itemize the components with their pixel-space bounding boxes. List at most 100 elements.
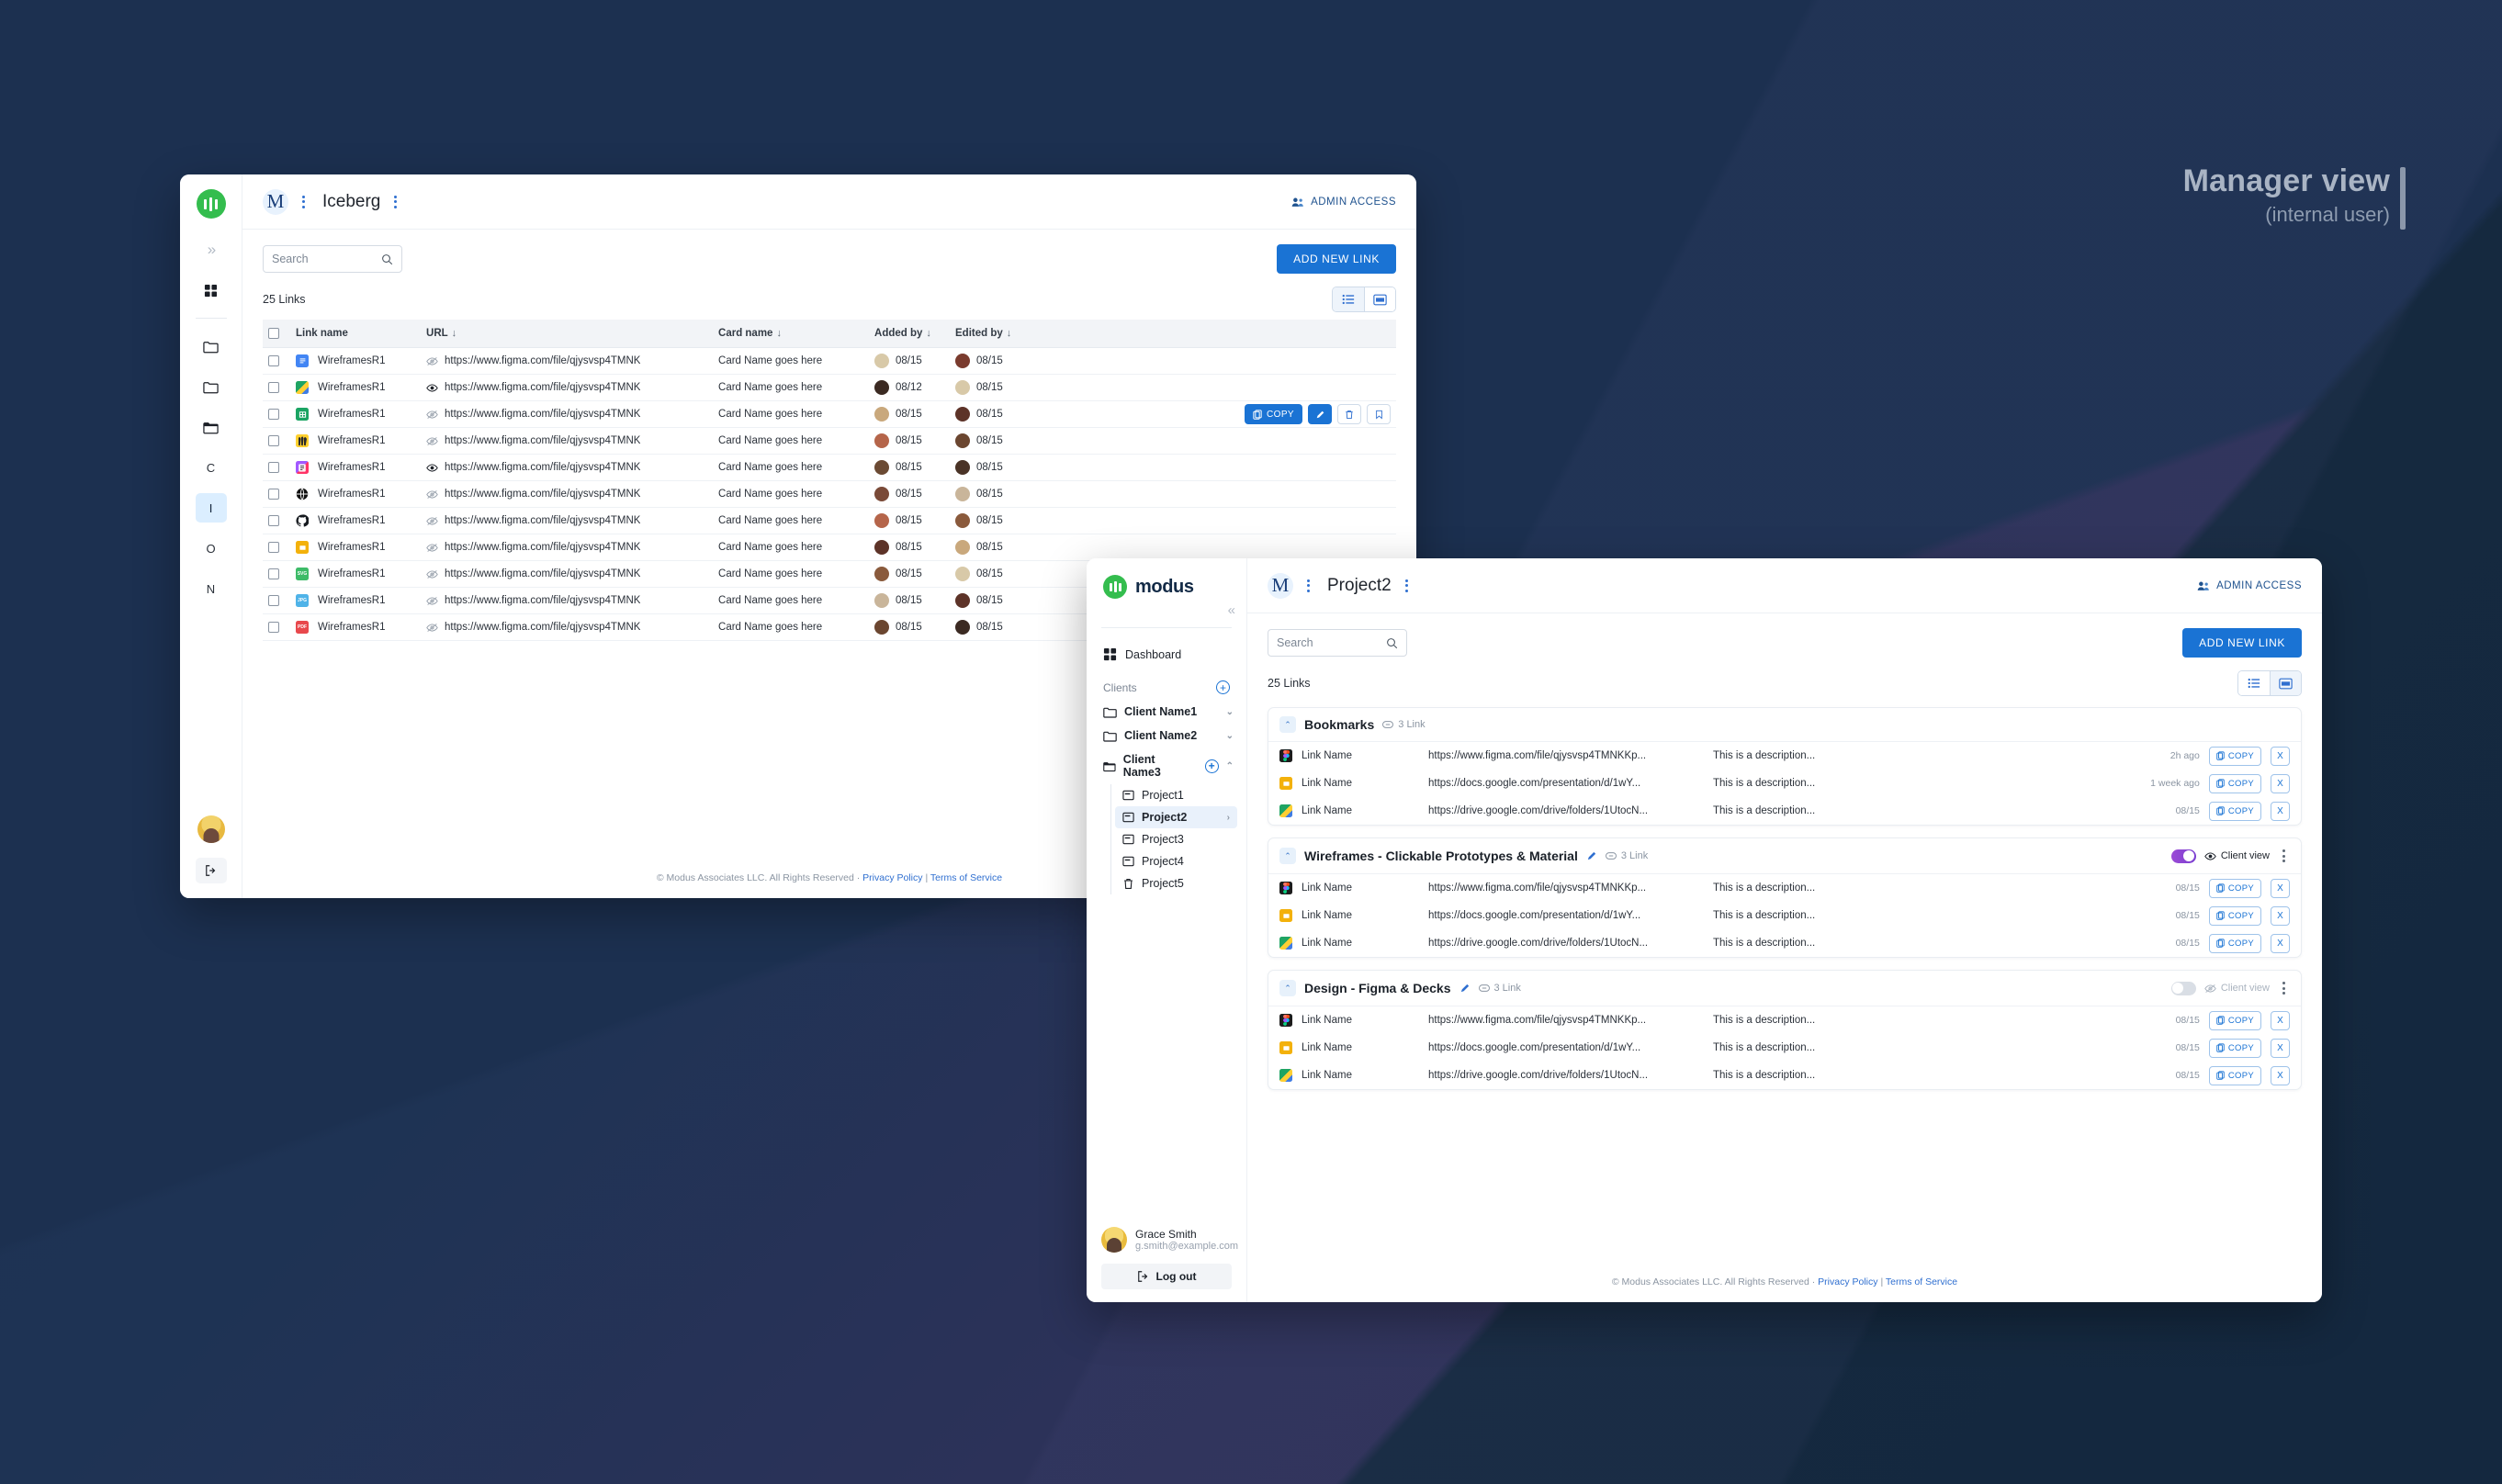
eye-off-icon[interactable] [426, 516, 438, 526]
eye-icon[interactable] [426, 463, 438, 473]
collapse-card-button[interactable]: ⌃ [1279, 980, 1296, 996]
row-select-cell[interactable] [263, 347, 290, 376]
add-project-button[interactable]: + [1204, 759, 1219, 773]
column-card-name[interactable]: Card name ↓ [713, 320, 870, 349]
row-checkbox[interactable] [268, 622, 279, 634]
row-url-cell[interactable]: https://www.figma.com/file/qjysvsp4TMNK [421, 480, 714, 509]
logout-icon[interactable] [195, 858, 227, 883]
remove-link-button[interactable]: X [2271, 878, 2290, 898]
sidebar-user[interactable]: Grace Smith g.smith@example.com [1087, 1227, 1246, 1264]
remove-link-button[interactable]: X [2271, 933, 2290, 953]
copy-button[interactable]: COPY [2208, 878, 2261, 898]
sidebar-item-client[interactable]: Client Name3 + ⌃ [1087, 748, 1246, 784]
eye-icon[interactable] [426, 383, 438, 393]
row-checkbox[interactable] [268, 382, 279, 394]
row-select-cell[interactable] [263, 480, 290, 509]
remove-link-button[interactable]: X [2271, 1038, 2290, 1058]
terms-of-service-link[interactable]: Terms of Service [1886, 1276, 1957, 1287]
copy-button[interactable]: COPY [2208, 1038, 2261, 1058]
sidebar-item-client[interactable]: Client Name2 ⌄ [1087, 724, 1246, 748]
modus-logo-icon[interactable] [196, 189, 226, 219]
row-url-cell[interactable]: https://www.figma.com/file/qjysvsp4TMNK [421, 347, 714, 376]
table-row[interactable]: WireframesR1 https://www.figma.com/file/q… [263, 374, 1396, 402]
link-url[interactable]: https://docs.google.com/presentation/d/1… [1428, 778, 1704, 789]
search-input[interactable]: Search [1268, 629, 1407, 657]
remove-link-button[interactable]: X [2271, 773, 2290, 793]
workspace-badge[interactable]: M [1268, 572, 1293, 599]
row-checkbox[interactable] [268, 462, 279, 474]
workspace-menu-icon[interactable] [298, 192, 310, 212]
row-select-cell[interactable] [263, 560, 290, 589]
eye-off-icon[interactable] [426, 436, 438, 446]
sidebar-item-letter-c[interactable]: C [196, 453, 227, 482]
logout-button[interactable]: Log out [1101, 1264, 1232, 1289]
remove-link-button[interactable]: X [2271, 905, 2290, 926]
remove-link-button[interactable]: X [2271, 1065, 2290, 1085]
row-checkbox[interactable] [268, 489, 279, 500]
row-url-cell[interactable]: https://www.figma.com/file/qjysvsp4TMNK [421, 613, 714, 642]
add-client-button[interactable]: + [1216, 680, 1230, 694]
sidebar-item-dashboard[interactable]: Dashboard [1087, 641, 1246, 668]
chevron-down-icon[interactable]: ⌄ [1226, 707, 1234, 717]
copy-button[interactable]: COPY [2208, 933, 2261, 953]
column-link-name[interactable]: Link name [290, 320, 422, 349]
search-input[interactable]: Search [263, 245, 402, 273]
row-select-cell[interactable] [263, 587, 290, 615]
edit-card-title-button[interactable] [1586, 850, 1597, 861]
eye-off-icon[interactable] [426, 569, 438, 579]
table-row[interactable]: WireframesR1 https://www.figma.com/file/q… [263, 534, 1396, 562]
column-url[interactable]: URL ↓ [421, 320, 714, 349]
delete-button[interactable] [1337, 404, 1361, 425]
link-url[interactable]: https://docs.google.com/presentation/d/1… [1428, 1042, 1704, 1053]
sidebar-item-project3[interactable]: Project3 [1115, 828, 1237, 850]
row-checkbox[interactable] [268, 409, 279, 421]
copy-button[interactable]: COPY [2208, 801, 2261, 821]
terms-of-service-link[interactable]: Terms of Service [930, 872, 1002, 883]
table-row[interactable]: WireframesR1 https://www.figma.com/file/q… [263, 507, 1396, 535]
list-view-button[interactable] [1333, 287, 1364, 311]
eye-off-icon[interactable] [426, 356, 438, 366]
admin-access-button[interactable]: ADMIN ACCESS [1291, 197, 1396, 208]
sidebar-item-letter-o[interactable]: O [196, 534, 227, 563]
remove-link-button[interactable]: X [2271, 801, 2290, 821]
folder-icon[interactable] [196, 332, 227, 361]
edit-button[interactable] [1308, 404, 1332, 425]
chevron-right-icon[interactable]: › [1227, 813, 1230, 823]
folder-open-icon[interactable] [196, 412, 227, 442]
row-select-cell[interactable] [263, 400, 290, 429]
link-url[interactable]: https://docs.google.com/presentation/d/1… [1428, 910, 1704, 921]
add-new-link-button[interactable]: ADD NEW LINK [1277, 244, 1396, 274]
row-url-cell[interactable]: https://www.figma.com/file/qjysvsp4TMNK [421, 374, 714, 402]
eye-off-icon[interactable] [426, 543, 438, 553]
sidebar-item-letter-i[interactable]: I [195, 493, 227, 523]
list-item[interactable]: Link Name https://docs.google.com/present… [1268, 1034, 2301, 1062]
copy-button[interactable]: COPY [2208, 746, 2261, 766]
row-checkbox[interactable] [268, 595, 279, 607]
row-select-cell[interactable] [263, 613, 290, 642]
chevrons-right-icon[interactable]: » [196, 235, 227, 264]
chevrons-left-icon[interactable]: « [1087, 599, 1246, 618]
privacy-policy-link[interactable]: Privacy Policy [1818, 1276, 1877, 1287]
sidebar-item-project1[interactable]: Project1 [1115, 784, 1237, 806]
list-item[interactable]: Link Name https://docs.google.com/present… [1268, 770, 2301, 797]
card-view-button[interactable] [1364, 287, 1395, 311]
link-url[interactable]: https://drive.google.com/drive/folders/1… [1428, 1070, 1704, 1081]
sidebar-item-project2[interactable]: Project2 › [1115, 806, 1237, 828]
list-view-button[interactable] [2238, 671, 2270, 695]
row-checkbox[interactable] [268, 355, 279, 367]
chevron-down-icon[interactable]: ⌄ [1226, 731, 1234, 741]
row-url-cell[interactable]: https://www.figma.com/file/qjysvsp4TMNK [421, 400, 714, 429]
link-url[interactable]: https://www.figma.com/file/qjysvsp4TMNKK… [1428, 750, 1704, 761]
row-url-cell[interactable]: https://www.figma.com/file/qjysvsp4TMNK [421, 560, 714, 589]
row-url-cell[interactable]: https://www.figma.com/file/qjysvsp4TMNK [421, 587, 714, 615]
row-select-cell[interactable] [263, 507, 290, 535]
modus-logo-icon[interactable] [1103, 575, 1127, 599]
copy-button[interactable]: COPY [2208, 905, 2261, 926]
grid-icon[interactable] [196, 275, 227, 305]
link-url[interactable]: https://www.figma.com/file/qjysvsp4TMNKK… [1428, 1015, 1704, 1026]
row-checkbox[interactable] [268, 568, 279, 580]
eye-off-icon[interactable] [426, 596, 438, 606]
row-url-cell[interactable]: https://www.figma.com/file/qjysvsp4TMNK [421, 427, 714, 455]
copy-button[interactable]: COPY [2208, 1010, 2261, 1030]
page-menu-icon[interactable] [1401, 576, 1413, 596]
